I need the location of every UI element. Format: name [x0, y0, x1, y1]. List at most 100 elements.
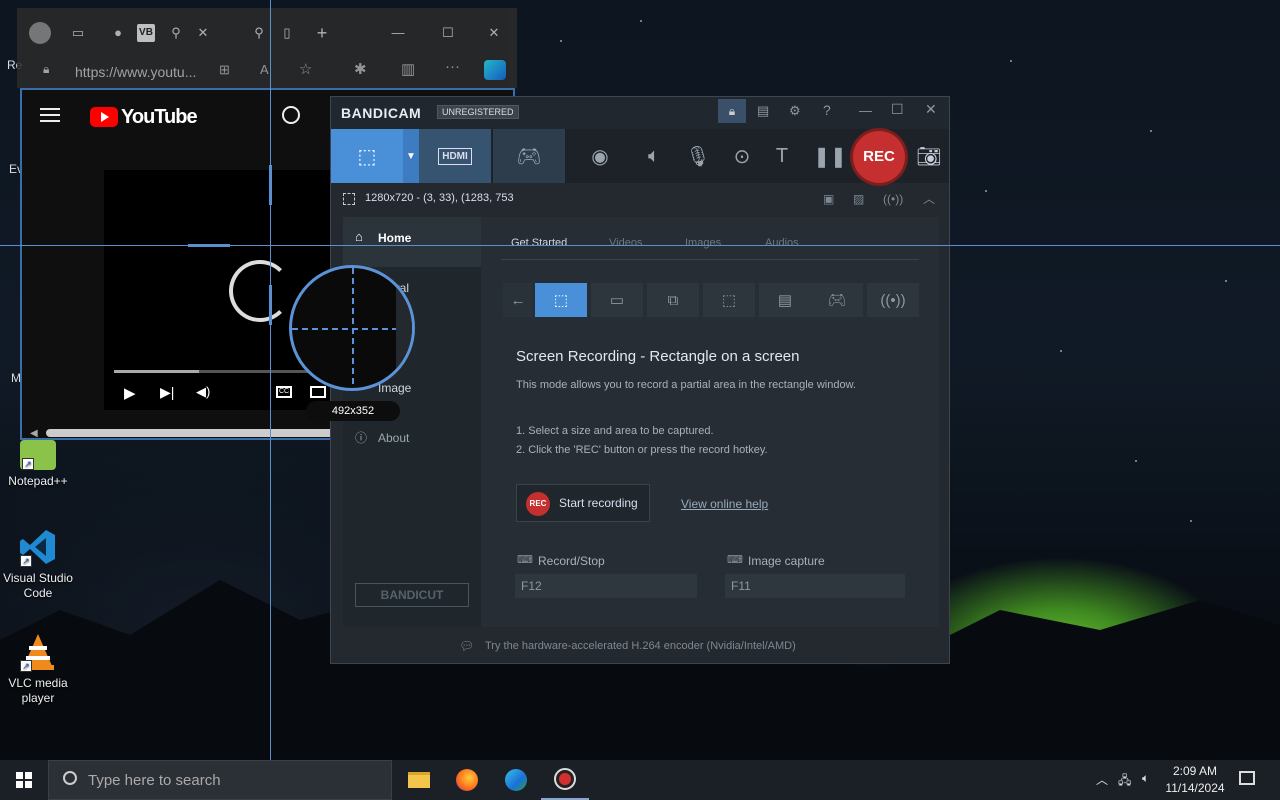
- webcam-icon[interactable]: ◉: [571, 129, 629, 183]
- desktop-icon-label: VLC media player: [8, 676, 68, 705]
- horizontal-scrollbar[interactable]: [46, 429, 336, 437]
- video-settings-icon[interactable]: ▣: [823, 192, 834, 206]
- notifications-icon[interactable]: [1239, 771, 1255, 785]
- play-icon[interactable]: ▶: [124, 384, 136, 402]
- windows-start-icon[interactable]: [0, 760, 48, 800]
- desktop-icon-vlc[interactable]: ↗ VLC media player: [0, 632, 76, 706]
- step-1: 1. Select a size and area to be captured…: [516, 425, 714, 437]
- desktop-icon-vscode[interactable]: ↗ Visual Studio Code: [0, 527, 76, 601]
- extensions-icon[interactable]: ✱: [354, 60, 367, 78]
- rec-button[interactable]: REC: [853, 131, 905, 183]
- tab-vb-badge[interactable]: VB: [137, 24, 155, 42]
- mode-around-mouse-icon[interactable]: ⬚: [703, 283, 755, 317]
- clock-date[interactable]: 11/14/2024: [1162, 781, 1228, 795]
- edge-icon[interactable]: [492, 760, 540, 800]
- view-online-help-link[interactable]: View online help: [681, 497, 768, 511]
- tab-actions-icon[interactable]: ▭: [69, 24, 87, 42]
- volume-icon[interactable]: ◀): [196, 384, 210, 400]
- image-settings-icon[interactable]: ▨: [853, 192, 864, 206]
- file-explorer-icon[interactable]: [395, 760, 443, 800]
- youtube-logo-icon[interactable]: [90, 107, 118, 127]
- mode-heading: Screen Recording - Rectangle on a screen: [516, 348, 800, 365]
- page-tab-icon[interactable]: ▯: [278, 24, 296, 42]
- search-tab-icon[interactable]: ⚲: [167, 24, 185, 42]
- video-player[interactable]: ▶ ▶| ◀) CC: [104, 170, 334, 410]
- close-icon[interactable]: ✕: [925, 101, 937, 118]
- broadcast-icon[interactable]: ((•)): [883, 192, 903, 206]
- tab-images[interactable]: Images: [685, 237, 721, 249]
- maximize-icon[interactable]: ☐: [439, 24, 457, 42]
- firefox-icon[interactable]: [443, 760, 491, 800]
- search-placeholder: Type here to search: [88, 772, 221, 789]
- taskbar: Type here to search ︿ 🖧 🔈︎ 2:09 AM 11/14…: [0, 760, 1280, 800]
- desktop-icon-notepadpp[interactable]: ↗ Notepad++: [0, 440, 76, 489]
- folder-icon[interactable]: ▤: [757, 103, 769, 119]
- pause-icon[interactable]: ❚❚: [801, 129, 859, 183]
- bandicam-window: BANDICAM UNREGISTERED 🔒︎ ▤ ⚙ ? — ☐ ✕ ⬚ ▼…: [330, 96, 950, 664]
- back-arrow-icon[interactable]: ←: [503, 283, 533, 317]
- progress-bar[interactable]: [114, 370, 326, 373]
- maximize-icon[interactable]: ☐: [891, 101, 904, 118]
- mode-lock-window-icon[interactable]: ⧉: [647, 283, 699, 317]
- volume-icon[interactable]: 🔈︎: [1142, 771, 1149, 786]
- mode-game-icon[interactable]: 🎮︎: [811, 283, 863, 317]
- youtube-logo-text[interactable]: YouTube: [121, 106, 198, 129]
- record-stop-hotkey-field[interactable]: F12: [515, 574, 697, 598]
- help-icon[interactable]: ?: [823, 102, 831, 118]
- search-tab-icon-2[interactable]: ⚲: [250, 24, 268, 42]
- minimize-icon[interactable]: —: [389, 24, 407, 42]
- mode-device-icon[interactable]: ▤: [759, 283, 811, 317]
- copilot-icon[interactable]: [484, 60, 506, 80]
- record-stop-label: Record/Stop: [538, 554, 605, 568]
- github-icon[interactable]: ●: [109, 24, 127, 42]
- taskbar-search-box[interactable]: Type here to search: [48, 760, 392, 800]
- mode-dropdown-icon[interactable]: ▼: [403, 129, 419, 183]
- address-bar[interactable]: https://www.youtu...: [45, 60, 225, 84]
- settings-gear-icon[interactable]: ⚙: [789, 103, 801, 119]
- network-icon[interactable]: 🖧: [1118, 771, 1131, 792]
- favorite-star-icon[interactable]: ☆: [299, 60, 312, 78]
- magnifier-loupe: [289, 265, 415, 391]
- selection-handle-bottom[interactable]: [269, 285, 272, 325]
- hdmi-mode-button[interactable]: HDMI: [419, 129, 491, 183]
- apps-icon[interactable]: ⊞: [219, 62, 230, 78]
- split-screen-icon[interactable]: ▥: [401, 60, 415, 78]
- miniplayer-icon[interactable]: [310, 386, 326, 398]
- new-tab-icon[interactable]: +: [313, 24, 331, 42]
- more-menu-icon[interactable]: ···: [445, 58, 460, 75]
- start-recording-button[interactable]: REC Start recording: [516, 484, 650, 522]
- bandicam-titlebar: BANDICAM UNREGISTERED 🔒︎ ▤ ⚙ ? — ☐ ✕: [331, 97, 949, 129]
- close-tab-icon[interactable]: ✕: [194, 24, 212, 42]
- sidebar-item-home[interactable]: Home: [378, 231, 411, 245]
- selection-handle-top[interactable]: [269, 165, 272, 205]
- next-icon[interactable]: ▶|: [160, 384, 174, 401]
- read-aloud-icon[interactable]: A: [260, 62, 269, 77]
- scroll-left-icon[interactable]: ◀: [30, 428, 38, 439]
- game-mode-button[interactable]: 🎮︎: [493, 129, 565, 183]
- minimize-icon[interactable]: —: [859, 103, 872, 118]
- rectangle-mode-button[interactable]: ⬚: [331, 129, 403, 183]
- unregistered-badge[interactable]: UNREGISTERED: [437, 105, 519, 119]
- mode-audio-icon[interactable]: ((•)): [867, 283, 919, 317]
- clock-time[interactable]: 2:09 AM: [1166, 764, 1224, 778]
- profile-avatar[interactable]: [29, 22, 51, 44]
- screenshot-camera-icon[interactable]: 📷︎: [909, 129, 949, 183]
- tab-audios[interactable]: Audios: [765, 237, 799, 249]
- mode-rectangle-icon[interactable]: ⬚: [535, 283, 587, 317]
- image-capture-hotkey-field[interactable]: F11: [725, 574, 905, 598]
- tab-videos[interactable]: Videos: [609, 237, 642, 249]
- collapse-icon[interactable]: ︿: [923, 190, 935, 207]
- search-icon[interactable]: [282, 106, 300, 124]
- mode-fullscreen-icon[interactable]: ▭: [591, 283, 643, 317]
- footer-tip[interactable]: Try the hardware-accelerated H.264 encod…: [485, 640, 796, 652]
- selection-handle-left[interactable]: [188, 244, 230, 247]
- show-hidden-icons-icon[interactable]: ︿: [1096, 771, 1108, 788]
- sidebar-item-about[interactable]: About: [378, 431, 409, 445]
- captions-icon[interactable]: CC: [276, 386, 292, 398]
- bandicut-button[interactable]: BANDICUT: [355, 583, 469, 607]
- hamburger-menu-icon[interactable]: [40, 108, 60, 122]
- bandicam-taskbar-icon[interactable]: [541, 760, 589, 800]
- lock-icon[interactable]: 🔒︎: [718, 99, 746, 123]
- tab-get-started[interactable]: Get Started: [511, 237, 567, 249]
- close-window-icon[interactable]: ✕: [485, 24, 503, 42]
